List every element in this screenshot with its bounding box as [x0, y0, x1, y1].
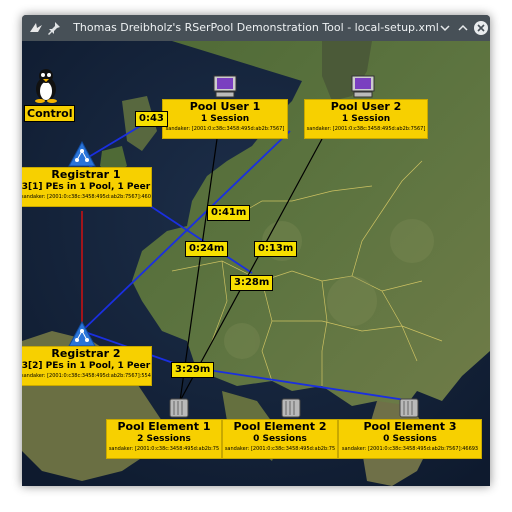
pool-user-name: Pool User 2: [330, 100, 402, 113]
control-button[interactable]: Control: [24, 105, 76, 122]
registrar-2[interactable]: Registrar 2 3[2] PEs in 1 Pool, 1 Peer s…: [22, 346, 152, 386]
chevron-down-icon: [440, 25, 450, 32]
minimize-button[interactable]: [436, 19, 454, 37]
delay-label: 0:13m: [254, 241, 298, 257]
title-bar[interactable]: Thomas Dreibholz's RSerPool Demonstratio…: [22, 15, 490, 41]
delay-label: 3:29m: [171, 362, 215, 378]
linux-penguin-icon[interactable]: [32, 67, 60, 107]
delay-label: 0:41m: [207, 205, 251, 221]
pool-element-name: Pool Element 1: [117, 420, 211, 433]
registrar-info: 3[2] PEs in 1 Pool, 1 Peer: [22, 361, 151, 371]
registrar-name: Registrar 2: [51, 347, 121, 360]
pool-element-sessions: 0 Sessions: [253, 434, 307, 444]
close-icon: [474, 21, 488, 35]
pool-element-sessions: 0 Sessions: [383, 434, 437, 444]
link-pe1-registrar2: [81, 130, 291, 332]
window-title: Thomas Dreibholz's RSerPool Demonstratio…: [73, 21, 439, 34]
pool-user-address: sandaker: [2001:0:c38c:3458:495d:ab2b:75…: [306, 126, 426, 132]
delay-label: 0:24m: [185, 241, 229, 257]
pool-element-address: sandaker: [2001:0:c38c:3458:495d:ab2b:75: [224, 446, 336, 452]
registrar-address: sandaker: [2001:0:c38c:3458:495d:ab2b:75…: [22, 373, 151, 379]
delay-label: 0:43: [135, 111, 168, 127]
pool-element-address: sandaker: [2001:0:c38c:3458:495d:ab2b:75…: [341, 446, 479, 452]
pool-user-name: Pool User 1: [189, 100, 261, 113]
delay-label: 3:28m: [230, 275, 274, 291]
chevron-up-icon: [458, 24, 468, 31]
map-canvas[interactable]: Control Pool User 1 1 Session sandaker: …: [22, 41, 490, 486]
registrar-1[interactable]: Registrar 1 3[1] PEs in 1 Pool, 1 Peer s…: [22, 167, 152, 207]
link-pe3-registrar2: [181, 365, 413, 402]
pool-user-sessions: 1 Session: [200, 114, 250, 124]
close-button[interactable]: [472, 19, 490, 37]
pool-user-1[interactable]: Pool User 1 1 Session sandaker: [2001:0:…: [162, 99, 288, 139]
pool-element-3[interactable]: Pool Element 3 0 Sessions sandaker: [200…: [338, 419, 482, 459]
pool-element-name: Pool Element 2: [233, 420, 327, 433]
registrar-name: Registrar 1: [51, 168, 121, 181]
pool-element-sessions: 2 Sessions: [137, 434, 191, 444]
pool-element-address: sandaker: [2001:0:c38c:3458:495d:ab2b:75: [108, 446, 220, 452]
pool-element-1[interactable]: Pool Element 1 2 Sessions sandaker: [200…: [106, 419, 222, 459]
registrar-address: sandaker: [2001:0:c38c:3458:495d:ab2b:75…: [22, 194, 151, 200]
pool-user-2[interactable]: Pool User 2 1 Session sandaker: [2001:0:…: [304, 99, 428, 139]
pool-user-address: sandaker: [2001:0:c38c:3458:495d:ab2b:75…: [165, 126, 285, 132]
maximize-button[interactable]: [454, 19, 472, 37]
app-window: Thomas Dreibholz's RSerPool Demonstratio…: [22, 15, 490, 486]
pool-user-sessions: 1 Session: [341, 114, 391, 124]
registrar-info: 3[1] PEs in 1 Pool, 1 Peer: [22, 182, 151, 192]
pool-element-2[interactable]: Pool Element 2 0 Sessions sandaker: [200…: [222, 419, 338, 459]
pool-element-name: Pool Element 3: [363, 420, 457, 433]
